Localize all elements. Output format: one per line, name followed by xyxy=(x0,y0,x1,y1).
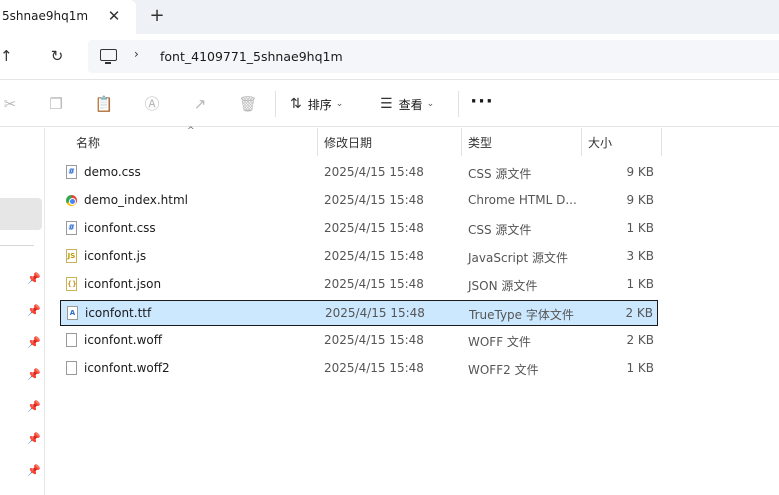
js-file-icon: JS xyxy=(66,249,77,263)
file-name: iconfont.json xyxy=(84,277,162,291)
pin-icon[interactable]: 📌 xyxy=(27,304,41,318)
view-icon: ☰ xyxy=(380,96,393,112)
tab-title: 5shnae9hq1m xyxy=(2,9,89,23)
rename-icon[interactable]: Ⓐ xyxy=(142,94,162,114)
table-row[interactable]: JS iconfont.js 2025/4/15 15:48 JavaScrip… xyxy=(60,244,658,270)
column-header: ^ 名称 修改日期 类型 大小 xyxy=(45,126,779,156)
css-file-icon: # xyxy=(66,165,77,179)
file-size: 1 KB xyxy=(626,277,654,291)
more-options-button[interactable]: ··· xyxy=(470,92,494,116)
file-name: iconfont.css xyxy=(84,221,156,235)
file-size: 9 KB xyxy=(626,165,654,179)
file-type: JavaScript 源文件 xyxy=(468,251,568,265)
column-date[interactable]: 修改日期 xyxy=(324,134,372,151)
column-divider[interactable] xyxy=(661,128,662,156)
sidebar-item-selected[interactable] xyxy=(0,198,42,230)
file-size: 2 KB xyxy=(625,306,653,320)
column-divider[interactable] xyxy=(461,128,462,156)
file-date: 2025/4/15 15:48 xyxy=(324,249,424,263)
tab-active[interactable]: 5shnae9hq1m ✕ xyxy=(0,0,136,34)
file-type: WOFF 文件 xyxy=(468,335,531,349)
tab-bar: 5shnae9hq1m ✕ + xyxy=(0,0,779,34)
table-row[interactable]: demo_index.html 2025/4/15 15:48 Chrome H… xyxy=(60,188,658,214)
computer-icon xyxy=(100,49,117,64)
file-date: 2025/4/15 15:48 xyxy=(324,361,424,375)
column-name[interactable]: 名称 xyxy=(76,134,100,151)
file-size: 3 KB xyxy=(626,249,654,263)
view-label: 查看 xyxy=(398,97,423,112)
column-divider[interactable] xyxy=(581,128,582,156)
chevron-down-icon: ⌄ xyxy=(426,99,435,109)
file-date: 2025/4/15 15:48 xyxy=(324,221,424,235)
command-bar: ✂ ❐ 📋 Ⓐ ↗ 🗑 ⇅ 排序 ⌄ ☰ 查看 ⌄ ··· xyxy=(0,81,779,127)
file-date: 2025/4/15 15:48 xyxy=(324,193,424,207)
pin-icon[interactable]: 📌 xyxy=(27,464,41,478)
file-type: JSON 源文件 xyxy=(468,279,538,293)
paste-icon[interactable]: 📋 xyxy=(94,94,114,114)
view-button[interactable]: ☰ 查看 ⌄ xyxy=(380,92,434,116)
column-divider[interactable] xyxy=(317,128,318,156)
toolbar-divider xyxy=(458,91,459,117)
pin-icon[interactable]: 📌 xyxy=(27,432,41,446)
file-size: 1 KB xyxy=(626,221,654,235)
navigation-pane: 📌 📌 📌 📌 📌 📌 📌 xyxy=(0,128,45,495)
file-name: iconfont.woff xyxy=(84,333,162,347)
file-size: 9 KB xyxy=(626,193,654,207)
share-icon[interactable]: ↗ xyxy=(190,94,210,114)
file-name: iconfont.js xyxy=(84,249,147,263)
close-icon[interactable]: ✕ xyxy=(104,6,124,26)
sort-label: 排序 xyxy=(307,97,332,112)
new-tab-button[interactable]: + xyxy=(146,5,168,27)
up-arrow-icon[interactable]: ↑ xyxy=(0,45,18,67)
chevron-down-icon: ⌄ xyxy=(335,99,344,109)
table-row-selected[interactable]: A iconfont.ttf 2025/4/15 15:48 TrueType … xyxy=(60,300,658,326)
chrome-html-icon xyxy=(66,195,77,206)
breadcrumb[interactable]: font_4109771_5shnae9hq1m xyxy=(160,49,343,64)
file-date: 2025/4/15 15:48 xyxy=(324,277,424,291)
file-date: 2025/4/15 15:48 xyxy=(324,165,424,179)
refresh-icon[interactable]: ↻ xyxy=(46,45,68,67)
file-date: 2025/4/15 15:48 xyxy=(324,333,424,347)
file-size: 1 KB xyxy=(626,361,654,375)
blank-file-icon xyxy=(66,333,77,347)
font-file-icon: A xyxy=(67,306,78,320)
sort-icon: ⇅ xyxy=(290,96,302,112)
blank-file-icon xyxy=(66,361,77,375)
file-type: CSS 源文件 xyxy=(468,167,532,181)
address-bar[interactable]: › font_4109771_5shnae9hq1m xyxy=(88,40,779,73)
file-name: demo_index.html xyxy=(84,193,189,207)
cut-icon[interactable]: ✂ xyxy=(0,94,20,114)
file-type: Chrome HTML D... xyxy=(468,193,577,207)
json-file-icon: {} xyxy=(66,277,77,291)
toolbar-divider xyxy=(275,91,276,117)
copy-icon[interactable]: ❐ xyxy=(46,94,66,114)
delete-icon[interactable]: 🗑 xyxy=(238,94,258,114)
column-size[interactable]: 大小 xyxy=(588,134,612,151)
file-type: TrueType 字体文件 xyxy=(469,308,574,322)
file-name: iconfont.ttf xyxy=(85,306,152,320)
column-type[interactable]: 类型 xyxy=(468,134,492,151)
file-name: iconfont.woff2 xyxy=(84,361,170,375)
file-size: 2 KB xyxy=(626,333,654,347)
table-row[interactable]: # iconfont.css 2025/4/15 15:48 CSS 源文件 1… xyxy=(60,216,658,242)
sort-ascending-icon: ^ xyxy=(187,126,195,136)
css-file-icon: # xyxy=(66,221,77,235)
address-row: ↑ ↻ › font_4109771_5shnae9hq1m xyxy=(0,34,779,80)
sidebar-divider xyxy=(0,245,34,246)
pin-icon[interactable]: 📌 xyxy=(27,336,41,350)
file-type: CSS 源文件 xyxy=(468,223,532,237)
file-name: demo.css xyxy=(84,165,141,179)
pin-icon[interactable]: 📌 xyxy=(27,368,41,382)
table-row[interactable]: # demo.css 2025/4/15 15:48 CSS 源文件 9 KB xyxy=(60,160,658,186)
table-row[interactable]: {} iconfont.json 2025/4/15 15:48 JSON 源文… xyxy=(60,272,658,298)
file-type: WOFF2 文件 xyxy=(468,363,539,377)
table-row[interactable]: iconfont.woff2 2025/4/15 15:48 WOFF2 文件 … xyxy=(60,356,658,382)
file-date: 2025/4/15 15:48 xyxy=(325,306,425,320)
pin-icon[interactable]: 📌 xyxy=(27,272,41,286)
chevron-right-icon[interactable]: › xyxy=(134,47,139,61)
sort-button[interactable]: ⇅ 排序 ⌄ xyxy=(290,92,343,116)
table-row[interactable]: iconfont.woff 2025/4/15 15:48 WOFF 文件 2 … xyxy=(60,328,658,354)
pin-icon[interactable]: 📌 xyxy=(27,400,41,414)
